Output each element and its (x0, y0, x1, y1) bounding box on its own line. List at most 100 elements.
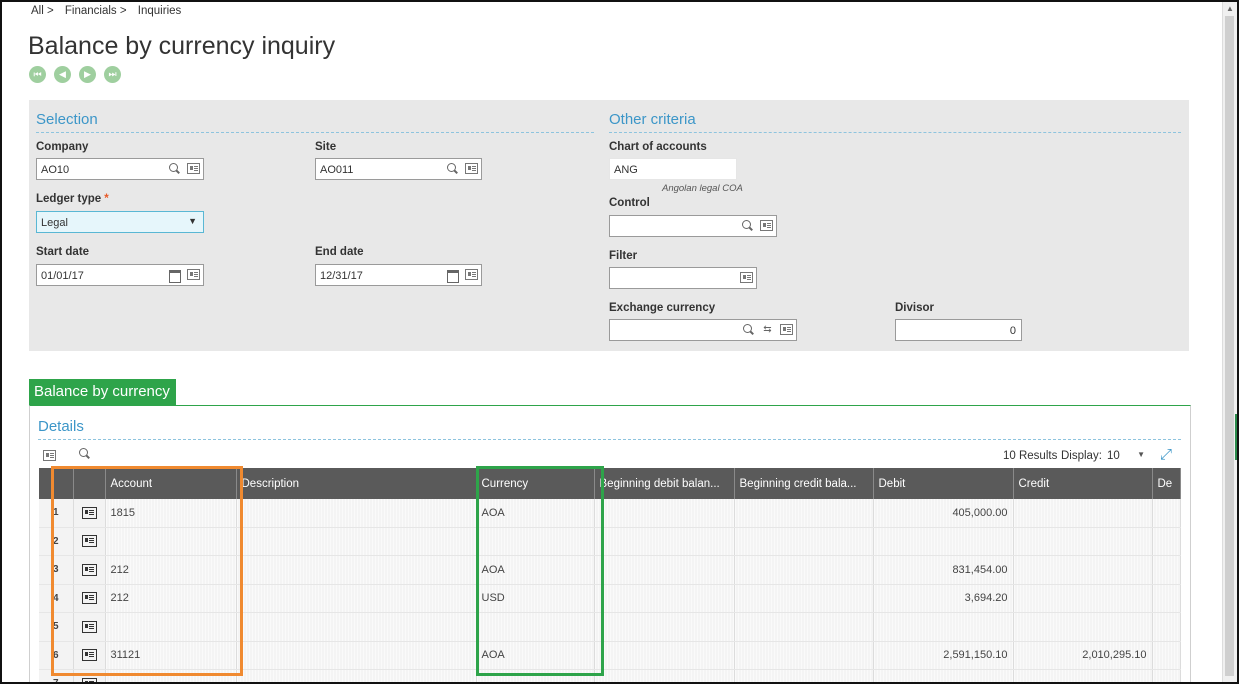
column-beginning-credit[interactable]: Beginning credit bala... (734, 468, 874, 499)
cell-beginning-credit[interactable] (734, 641, 874, 670)
cell-de[interactable] (1152, 669, 1181, 682)
cell-debit[interactable]: 2,591,150.10 (873, 641, 1014, 670)
currency-highlight-box (476, 466, 604, 676)
company-field[interactable]: AO10 (36, 158, 204, 180)
cell-description[interactable] (236, 641, 477, 670)
details-title: Details (38, 418, 84, 435)
cell-credit[interactable] (1013, 669, 1153, 682)
column-beginning-debit[interactable]: Beginning debit balan... (594, 468, 735, 499)
site-value: AO011 (320, 164, 354, 176)
cell-debit[interactable] (873, 527, 1014, 556)
cell-description[interactable] (236, 527, 477, 556)
exchange-currency-field[interactable]: ⇆ (609, 319, 797, 341)
breadcrumb-financials[interactable]: Financials > (65, 5, 127, 17)
start-date-field[interactable]: 01/01/17 (36, 264, 204, 286)
cell-beginning-credit[interactable] (734, 527, 874, 556)
column-debit[interactable]: Debit (873, 468, 1014, 499)
cell-beginning-credit[interactable] (734, 669, 874, 682)
tab-balance-by-currency[interactable]: Balance by currency (29, 379, 176, 405)
next-record-icon[interactable]: ▶ (79, 66, 96, 83)
other-criteria-divider (609, 132, 1181, 134)
cell-credit[interactable] (1013, 584, 1153, 613)
cell-beginning-credit[interactable] (734, 612, 874, 642)
cell-beginning-credit[interactable] (734, 584, 874, 613)
grid-search-icon[interactable] (78, 447, 94, 463)
expand-icon[interactable]: ⤢ (1160, 446, 1172, 463)
control-field[interactable] (609, 215, 777, 237)
filter-field[interactable] (609, 267, 757, 289)
search-icon[interactable] (168, 162, 181, 175)
cell-de[interactable] (1152, 641, 1181, 670)
end-date-field[interactable]: 12/31/17 (315, 264, 482, 286)
site-field[interactable]: AO011 (315, 158, 482, 180)
last-record-icon[interactable]: ⏭ (104, 66, 121, 83)
cell-description[interactable] (236, 669, 477, 682)
display-select[interactable]: 10 ▼ (1107, 450, 1145, 462)
search-icon[interactable] (742, 323, 755, 336)
cell-debit[interactable] (873, 669, 1014, 682)
cell-beginning-credit[interactable] (734, 555, 874, 585)
chart-of-accounts-description: Angolan legal COA (662, 183, 743, 194)
details-icon[interactable] (740, 272, 753, 283)
scroll-up-icon[interactable]: ▲ (1226, 4, 1234, 13)
search-icon[interactable] (446, 162, 459, 175)
column-credit[interactable]: Credit (1013, 468, 1153, 499)
cell-description[interactable] (236, 555, 477, 585)
results-count: 10 Results (1003, 450, 1058, 462)
cell-debit[interactable]: 831,454.00 (873, 555, 1014, 585)
scrollbar-thumb[interactable] (1225, 16, 1234, 676)
first-record-icon[interactable]: ⏮ (29, 66, 46, 83)
calendar-icon[interactable] (446, 268, 459, 283)
ledger-type-label-text: Ledger type (36, 193, 102, 205)
breadcrumb-inquiries[interactable]: Inquiries (138, 5, 181, 17)
cell-description[interactable] (236, 499, 477, 528)
cell-beginning-debit[interactable] (594, 641, 735, 670)
cell-beginning-debit[interactable] (594, 499, 735, 528)
cell-beginning-debit[interactable] (594, 527, 735, 556)
selection-divider (36, 132, 594, 134)
details-icon[interactable] (780, 324, 793, 335)
grid-options-icon[interactable] (43, 450, 56, 461)
chevron-down-icon[interactable]: ▼ (1137, 450, 1145, 459)
cell-de[interactable] (1152, 527, 1181, 556)
cell-de[interactable] (1152, 584, 1181, 613)
divisor-field[interactable]: 0 (895, 319, 1022, 341)
search-icon[interactable] (741, 219, 754, 232)
cell-credit[interactable] (1013, 499, 1153, 528)
details-icon[interactable] (760, 220, 773, 231)
cell-debit[interactable] (873, 612, 1014, 642)
company-label: Company (36, 141, 89, 153)
cell-credit[interactable] (1013, 527, 1153, 556)
details-icon[interactable] (465, 163, 478, 174)
cell-description[interactable] (236, 612, 477, 642)
calendar-icon[interactable] (168, 268, 181, 283)
cell-de[interactable] (1152, 499, 1181, 528)
cell-debit[interactable]: 3,694.20 (873, 584, 1014, 613)
row-detail-icon[interactable] (81, 677, 97, 682)
vertical-scrollbar[interactable]: ▲ (1222, 2, 1237, 682)
chevron-down-icon[interactable]: ▼ (188, 216, 197, 226)
company-value: AO10 (41, 164, 70, 176)
breadcrumb-all[interactable]: All > (31, 5, 54, 17)
details-icon[interactable] (465, 269, 478, 280)
cell-beginning-debit[interactable] (594, 669, 735, 682)
ledger-type-select[interactable]: Legal ▼ (36, 211, 204, 233)
cell-credit[interactable] (1013, 555, 1153, 585)
cell-credit[interactable] (1013, 612, 1153, 642)
details-icon[interactable] (187, 163, 200, 174)
cell-description[interactable] (236, 584, 477, 613)
cell-beginning-debit[interactable] (594, 555, 735, 585)
cell-beginning-debit[interactable] (594, 584, 735, 613)
cell-de[interactable] (1152, 555, 1181, 585)
column-de[interactable]: De (1152, 468, 1181, 499)
details-icon[interactable] (187, 269, 200, 280)
exchange-currency-label: Exchange currency (609, 302, 716, 314)
cell-de[interactable] (1152, 612, 1181, 642)
previous-record-icon[interactable]: ◀ (54, 66, 71, 83)
currency-swap-icon[interactable]: ⇆ (761, 323, 774, 336)
column-description[interactable]: Description (236, 468, 477, 499)
cell-debit[interactable]: 405,000.00 (873, 499, 1014, 528)
cell-beginning-debit[interactable] (594, 612, 735, 642)
cell-beginning-credit[interactable] (734, 499, 874, 528)
cell-credit[interactable]: 2,010,295.10 (1013, 641, 1153, 670)
